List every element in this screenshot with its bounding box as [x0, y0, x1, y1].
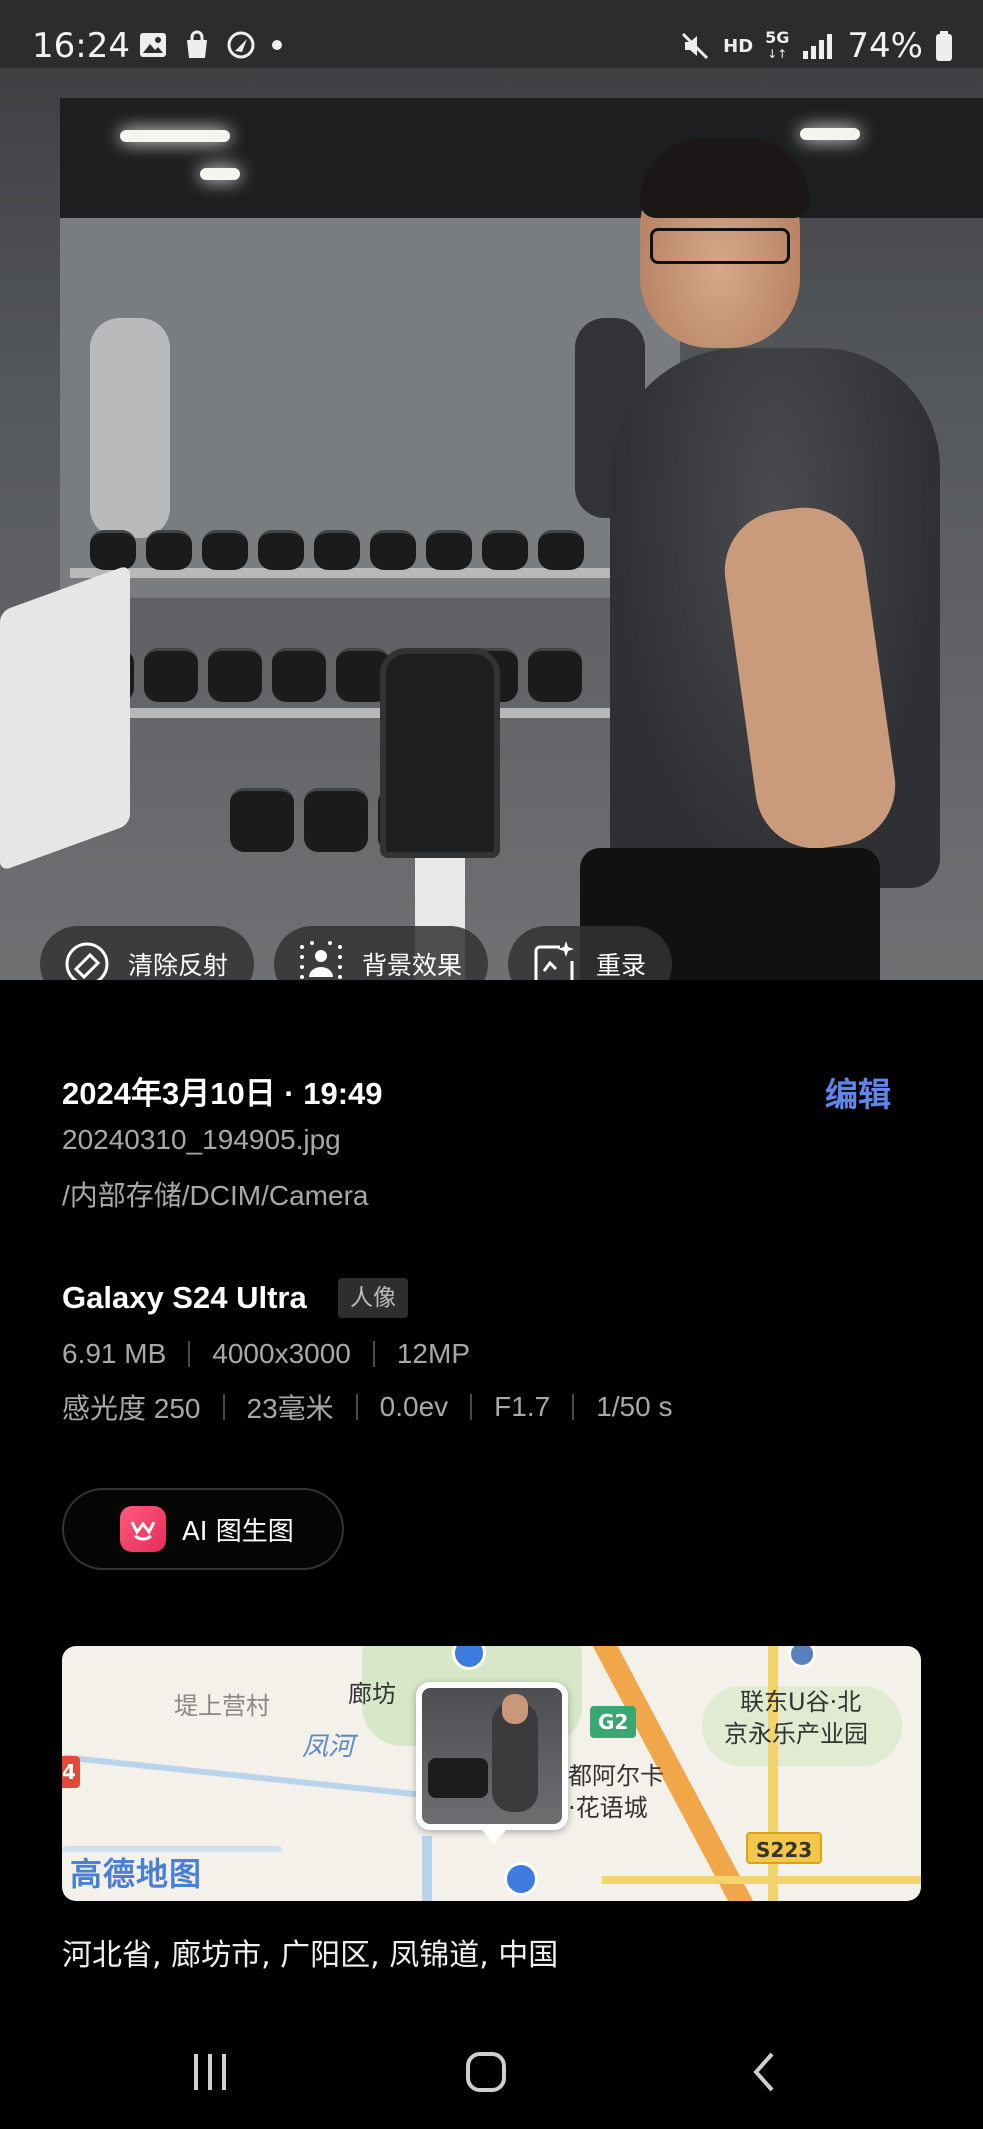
- rack-bar: [60, 708, 620, 718]
- notification-icons: [138, 30, 284, 60]
- back-button[interactable]: [734, 2042, 794, 2102]
- map-river: [62, 1754, 442, 1800]
- network-type-label: 5G: [765, 28, 790, 47]
- re-record-button[interactable]: 重录: [508, 926, 673, 980]
- photo-light: [800, 128, 860, 140]
- edit-button[interactable]: 编辑: [825, 1068, 891, 1116]
- gallery-notification-icon: [140, 33, 166, 57]
- divider: [222, 1394, 225, 1420]
- status-bar: 16:24 HD 5G ↓↑ 74%: [0, 0, 983, 68]
- file-size: 6.91 MB: [62, 1338, 167, 1369]
- map-road-sign-g2: G2: [590, 1706, 637, 1738]
- bench-seat: [380, 648, 500, 858]
- focal-length: 23毫米: [246, 1393, 334, 1424]
- divider: [372, 1341, 375, 1367]
- photo-equipment: [0, 564, 130, 872]
- shutter-speed: 1/50 s: [596, 1391, 673, 1422]
- map-poi-icon: [504, 1862, 538, 1896]
- clear-reflection-icon: [65, 942, 109, 980]
- navigation-icon: [227, 31, 255, 59]
- map-label-village: 堤上营村: [174, 1692, 270, 1720]
- file-name: 20240310_194905.jpg: [62, 1124, 341, 1155]
- photo-subject-hair: [640, 138, 810, 218]
- clear-reflection-label: 清除反射: [128, 952, 229, 980]
- background-effect-button[interactable]: 背景效果: [274, 926, 489, 980]
- location-address: 河北省, 廊坊市, 广阳区, 凤锦道, 中国: [62, 1938, 559, 1973]
- photo-subject-glasses: [650, 228, 790, 264]
- map-label-river: 凤河: [302, 1732, 355, 1762]
- photo-viewer[interactable]: 清除反射 背景效果 重录: [0, 68, 983, 980]
- divider: [355, 1394, 358, 1420]
- shopping-bag-icon: [187, 30, 207, 58]
- dumbbell-rack-middle: [80, 648, 582, 702]
- ai-image-to-image-label: AI 图生图: [182, 1516, 294, 1547]
- divider: [470, 1394, 473, 1420]
- map-poi-icon: [788, 1646, 816, 1668]
- map-label-arca-2: ·花语城: [568, 1794, 648, 1822]
- exposure-meta-row: 感光度 250 23毫米 0.0ev F1.7 1/50 s: [62, 1387, 672, 1427]
- device-name: Galaxy S24 Ultra: [62, 1280, 307, 1315]
- network-type-icon: 5G ↓↑: [765, 28, 790, 62]
- map-label-arca-1: 都阿尔卡: [568, 1762, 664, 1790]
- system-icons: HD 5G ↓↑ 74%: [679, 26, 953, 66]
- mute-icon: [682, 32, 709, 60]
- home-icon: [466, 2052, 506, 2092]
- location-map[interactable]: 堤上营村 廊坊 凤河 G2 都阿尔卡 ·花语城 联东U谷·北 京永乐产业园 S2…: [62, 1646, 921, 1901]
- re-record-icon: [534, 941, 575, 980]
- recent-apps-button[interactable]: [180, 2042, 240, 2102]
- status-time: 16:24: [32, 26, 130, 66]
- home-button[interactable]: [456, 2042, 516, 2102]
- photo-ceiling: [60, 98, 983, 218]
- map-label-langfang: 廊坊: [348, 1680, 396, 1708]
- photo-action-chips: 清除反射 背景效果 重录: [40, 926, 673, 980]
- back-icon: [753, 2052, 774, 2092]
- re-record-label: 重录: [596, 952, 647, 980]
- map-photo-thumbnail[interactable]: [416, 1682, 568, 1830]
- background-effect-label: 背景效果: [362, 952, 463, 980]
- iso: 感光度 250: [62, 1393, 201, 1424]
- photo-date-time: 2024年3月10日 · 19:49: [62, 1076, 383, 1111]
- resolution: 4000x3000: [212, 1338, 351, 1369]
- recent-apps-icon: [194, 2054, 226, 2090]
- aperture: F1.7: [494, 1391, 551, 1422]
- ai-app-logo-icon: [120, 1506, 166, 1552]
- map-label-liandong-2: 京永乐产业园: [724, 1720, 868, 1748]
- map-label-liandong-1: 联东U谷·北: [740, 1688, 862, 1716]
- background-effect-icon: [300, 941, 343, 979]
- battery-icon: [936, 31, 952, 61]
- map-road: [602, 1876, 921, 1884]
- file-path[interactable]: /内部存储/DCIM/Camera: [62, 1174, 368, 1214]
- dumbbell-rack-top: [90, 530, 584, 570]
- map-canal: [422, 1836, 432, 1901]
- hd-icon: HD: [723, 35, 754, 57]
- clear-reflection-button[interactable]: 清除反射: [40, 926, 255, 980]
- divider: [572, 1394, 575, 1420]
- signal-icon: [803, 34, 833, 59]
- ai-image-to-image-button[interactable]: AI 图生图: [62, 1488, 344, 1570]
- battery-percent: 74%: [847, 26, 923, 66]
- megapixels: 12MP: [396, 1338, 471, 1369]
- photo-light: [200, 168, 240, 180]
- divider: [188, 1341, 191, 1367]
- file-meta-row: 6.91 MB 4000x3000 12MP: [62, 1338, 470, 1370]
- photo-background-person: [90, 318, 170, 538]
- dot-icon: [272, 40, 282, 50]
- capture-mode-badge: 人像: [338, 1278, 408, 1318]
- photo-light: [120, 130, 230, 142]
- map-pin-pointer: [482, 1830, 506, 1844]
- system-navigation-bar: [0, 2010, 983, 2129]
- exposure-value: 0.0ev: [379, 1391, 449, 1422]
- map-provider-logo: 高德地图: [70, 1855, 203, 1893]
- map-road-sign-s223: S223: [746, 1832, 823, 1864]
- map-road-sign-edge: 4: [62, 1756, 80, 1788]
